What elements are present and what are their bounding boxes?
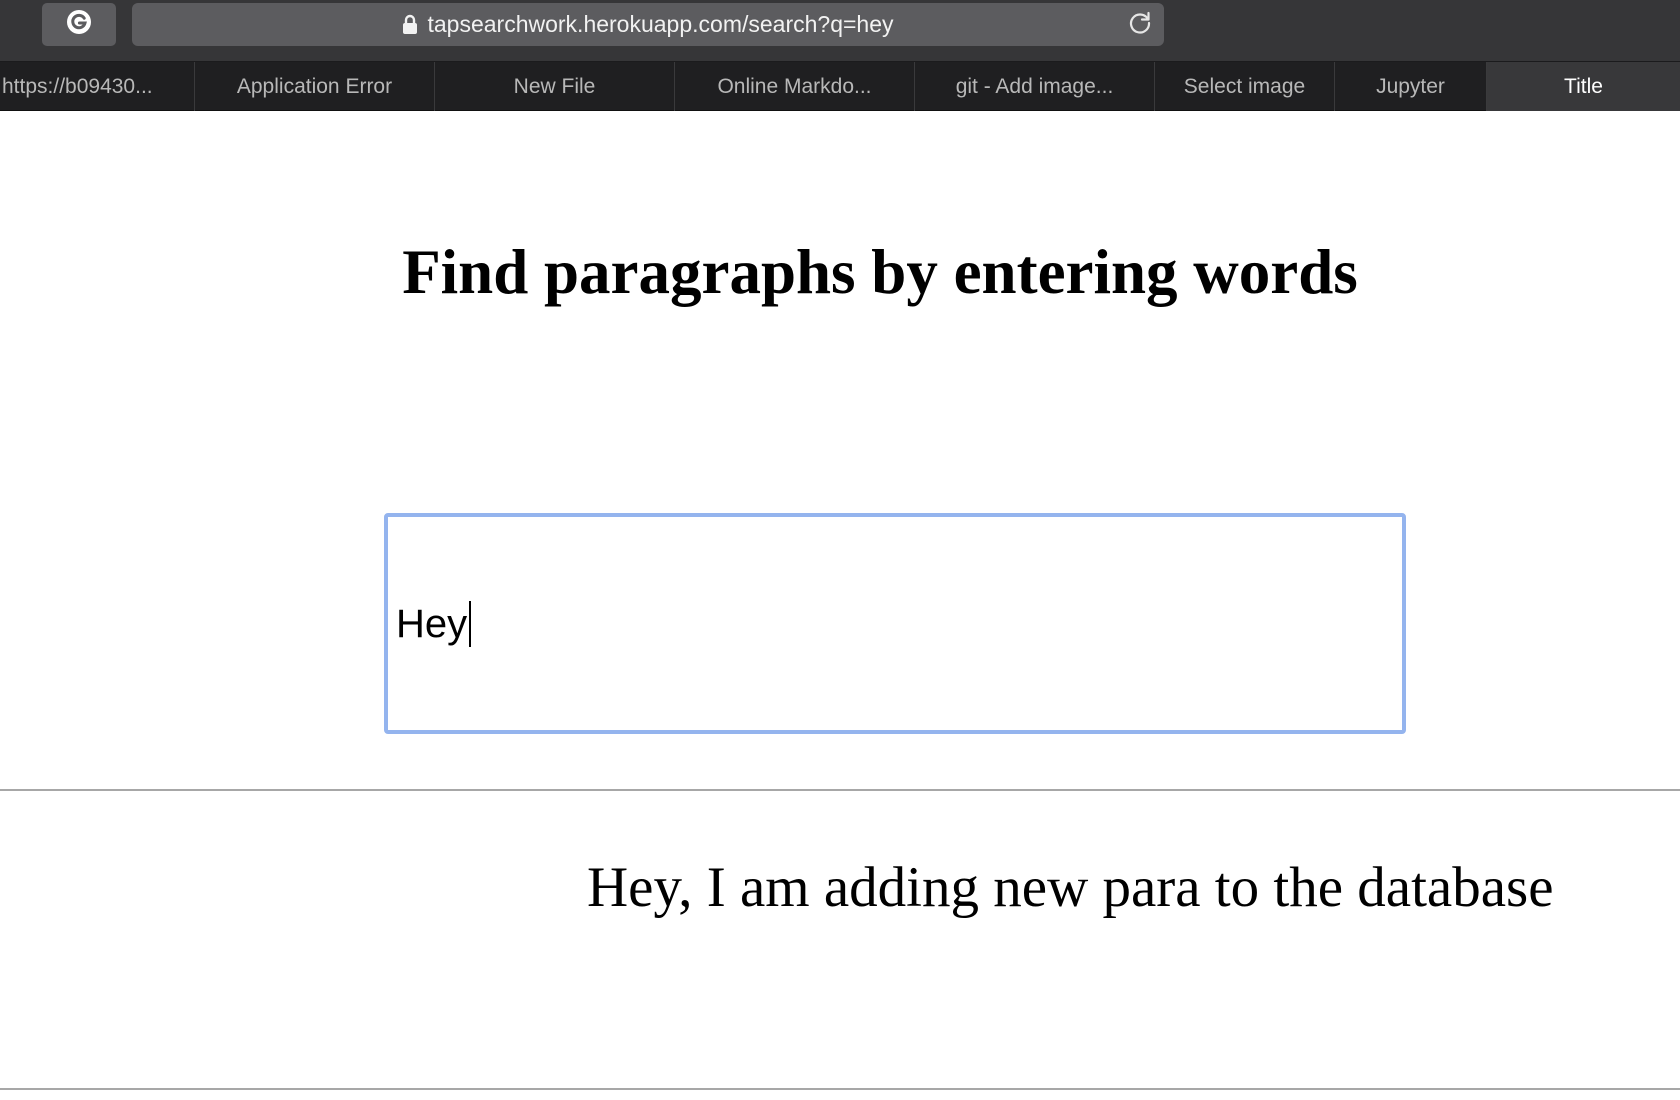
result-paragraph: Hey, I am adding new para to the databas… xyxy=(587,856,1554,919)
divider xyxy=(0,789,1680,791)
reload-button[interactable] xyxy=(1126,11,1154,39)
tab[interactable]: Application Error xyxy=(195,62,435,111)
tab[interactable]: https://b09430... xyxy=(0,62,195,111)
tab[interactable]: git - Add image... xyxy=(915,62,1155,111)
search-input-value: Hey xyxy=(396,601,472,647)
lock-icon xyxy=(402,14,418,35)
tab-bar: https://b09430... Application Error New … xyxy=(0,62,1680,111)
url-text: tapsearchwork.herokuapp.com/search?q=hey xyxy=(427,11,894,37)
text-caret xyxy=(469,601,472,647)
tab-active[interactable]: Title xyxy=(1487,62,1680,111)
grammarly-icon xyxy=(66,9,92,40)
divider xyxy=(0,1088,1680,1090)
search-input-text: Hey xyxy=(396,601,468,646)
tab[interactable]: Select image xyxy=(1155,62,1335,111)
tab[interactable]: Online Markdo... xyxy=(675,62,915,111)
browser-toolbar: tapsearchwork.herokuapp.com/search?q=hey xyxy=(0,0,1680,62)
grammarly-extension-button[interactable] xyxy=(42,3,116,46)
tab[interactable]: New File xyxy=(435,62,675,111)
reload-icon xyxy=(1127,10,1153,41)
search-input[interactable]: Hey xyxy=(384,513,1406,734)
tab[interactable]: Jupyter xyxy=(1335,62,1487,111)
address-bar[interactable]: tapsearchwork.herokuapp.com/search?q=hey xyxy=(132,3,1164,46)
page-heading: Find paragraphs by entering words xyxy=(402,237,1358,307)
